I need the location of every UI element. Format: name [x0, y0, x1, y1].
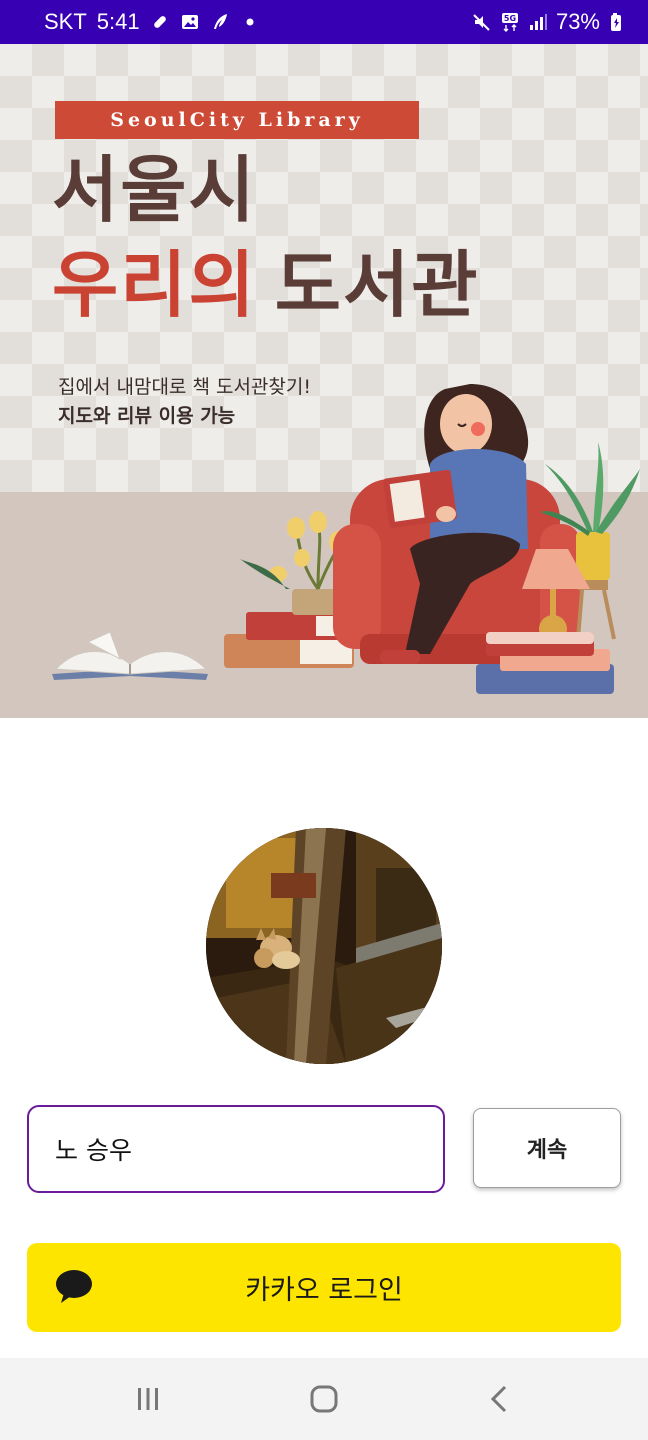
recent-apps-button[interactable]	[118, 1369, 178, 1429]
5g-icon: 5G	[500, 12, 520, 32]
back-button[interactable]	[470, 1369, 530, 1429]
kakao-login-button[interactable]: 카카오 로그인	[27, 1243, 621, 1332]
carrier-label: SKT	[44, 9, 87, 34]
banner-subtitle-2: 지도와 리뷰 이용 가능	[58, 405, 236, 427]
banner-subtitle-1: 집에서 내맘대로 책 도서관찾기!	[58, 376, 311, 398]
banner-tag: SeoulCity Library	[55, 101, 419, 139]
battery-label: 73%	[555, 9, 600, 34]
signal-icon	[528, 12, 548, 32]
banner-title-accent: 우리의	[52, 242, 257, 327]
library-banner: SeoulCity Library 서울시 우리의 도서관 집에서 내맘대로 책 …	[0, 44, 648, 718]
kakao-login-label: 카카오 로그인	[245, 1275, 403, 1306]
home-icon	[310, 1385, 338, 1413]
banner-title-line2: 우리의 도서관	[52, 249, 479, 321]
name-input[interactable]	[27, 1105, 445, 1193]
status-bar: SKT 5:41 5G 73%	[0, 0, 648, 44]
quill-icon	[210, 12, 230, 32]
speech-bubble-icon	[56, 1270, 92, 1303]
back-icon	[490, 1385, 507, 1413]
svg-text:5G: 5G	[504, 14, 516, 23]
image-icon	[180, 12, 200, 32]
profile-avatar[interactable]	[206, 828, 442, 1064]
banner-title-line1: 서울시	[52, 147, 257, 232]
banner-title-rest: 도서관	[274, 242, 480, 327]
dot-icon	[240, 12, 260, 32]
continue-button[interactable]: 계속	[473, 1108, 621, 1188]
pill-icon	[150, 12, 170, 32]
system-nav-bar	[0, 1358, 648, 1440]
status-right: 5G 73%	[472, 9, 628, 35]
home-button[interactable]	[294, 1369, 354, 1429]
time-label: 5:41	[96, 9, 140, 34]
cat-photo	[206, 828, 442, 1064]
open-book-illustration	[52, 631, 208, 680]
battery-icon	[608, 12, 628, 32]
recent-apps-icon	[138, 1388, 158, 1410]
mute-icon	[472, 12, 492, 32]
status-left: SKT 5:41	[44, 9, 260, 35]
